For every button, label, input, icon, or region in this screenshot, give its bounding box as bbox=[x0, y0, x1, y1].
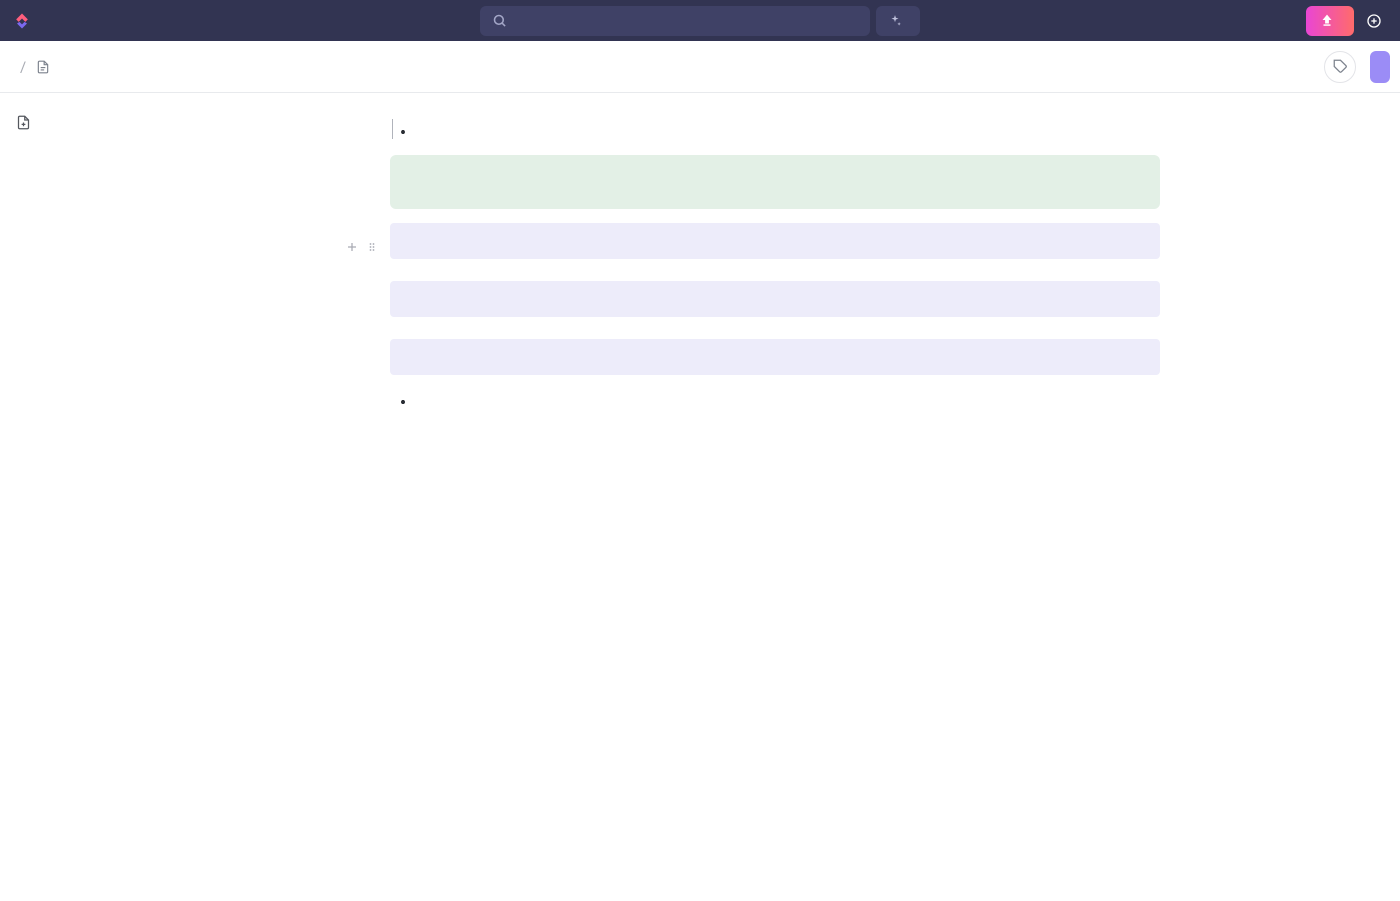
create-callout[interactable] bbox=[390, 155, 1160, 209]
plus-circle-icon bbox=[1366, 13, 1382, 29]
slash-placeholder-text bbox=[392, 119, 395, 139]
search-input[interactable] bbox=[480, 6, 870, 36]
breadcrumb-separator: / bbox=[20, 58, 26, 76]
search-icon bbox=[492, 13, 507, 28]
tag-icon bbox=[1333, 59, 1348, 74]
drag-handle-icon[interactable] bbox=[366, 241, 378, 253]
topbar bbox=[0, 0, 1400, 41]
upgrade-button[interactable] bbox=[1306, 6, 1354, 36]
add-page-icon bbox=[16, 115, 31, 130]
breadcrumb: / bbox=[10, 58, 56, 76]
add-page-button[interactable] bbox=[14, 111, 176, 134]
summary-banner[interactable] bbox=[390, 223, 1160, 259]
doubts-banner[interactable] bbox=[390, 339, 1160, 375]
breadcrumb-bar: / bbox=[0, 41, 1400, 93]
slash-command-placeholder[interactable] bbox=[390, 117, 1160, 143]
tag-button[interactable] bbox=[1324, 51, 1356, 83]
plus-icon[interactable] bbox=[346, 241, 358, 253]
search-field[interactable] bbox=[515, 13, 858, 29]
app-logo[interactable] bbox=[12, 11, 32, 31]
block-gutter[interactable] bbox=[346, 241, 378, 253]
document-icon bbox=[36, 60, 50, 74]
sparkle-icon bbox=[888, 14, 902, 28]
takeaways-banner[interactable] bbox=[390, 281, 1160, 317]
ai-button[interactable] bbox=[876, 6, 920, 36]
document-content[interactable] bbox=[190, 93, 1400, 901]
new-button[interactable] bbox=[1366, 13, 1388, 29]
upgrade-icon bbox=[1320, 14, 1334, 28]
breadcrumb-current[interactable] bbox=[36, 60, 56, 74]
sidebar bbox=[0, 93, 190, 901]
share-button[interactable] bbox=[1370, 51, 1390, 83]
